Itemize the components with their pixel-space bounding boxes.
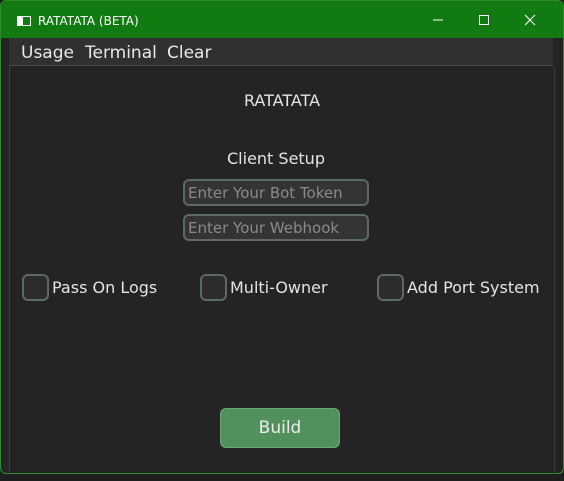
build-button[interactable]: Build — [220, 408, 340, 448]
pass-on-logs-label: Pass On Logs — [52, 277, 158, 297]
multi-owner-checkbox[interactable]: Multi-Owner — [200, 272, 328, 302]
checkbox-box[interactable] — [377, 273, 404, 301]
window-title: RATATATA (BETA) — [38, 14, 139, 28]
app-window-icon — [17, 16, 31, 26]
bot-token-input[interactable] — [183, 179, 369, 206]
app-window: RATATATA (BETA) Usage Terminal Clear RAT… — [0, 0, 564, 474]
minimize-button[interactable] — [415, 1, 461, 38]
close-icon — [524, 14, 536, 25]
menu-terminal[interactable]: Terminal — [85, 43, 157, 63]
main-panel: RATATATA Client Setup Pass On Logs Multi… — [9, 66, 555, 472]
maximize-icon — [479, 14, 489, 25]
menu-usage[interactable]: Usage — [21, 43, 74, 63]
webhook-input[interactable] — [183, 214, 369, 241]
add-port-system-label: Add Port System — [407, 277, 540, 297]
page-title: RATATATA — [243, 91, 321, 110]
maximize-button[interactable] — [461, 1, 507, 38]
checkbox-box[interactable] — [200, 273, 227, 301]
menu-clear[interactable]: Clear — [167, 43, 211, 63]
menu-bar: Usage Terminal Clear — [9, 38, 553, 66]
client-setup-label: Client Setup — [227, 149, 325, 168]
title-bar[interactable]: RATATATA (BETA) — [1, 1, 563, 38]
checkbox-box[interactable] — [22, 273, 49, 301]
add-port-system-checkbox[interactable]: Add Port System — [377, 272, 540, 302]
pass-on-logs-checkbox[interactable]: Pass On Logs — [22, 272, 157, 302]
close-button[interactable] — [507, 1, 553, 38]
minimize-icon — [433, 19, 443, 20]
multi-owner-label: Multi-Owner — [230, 277, 328, 297]
